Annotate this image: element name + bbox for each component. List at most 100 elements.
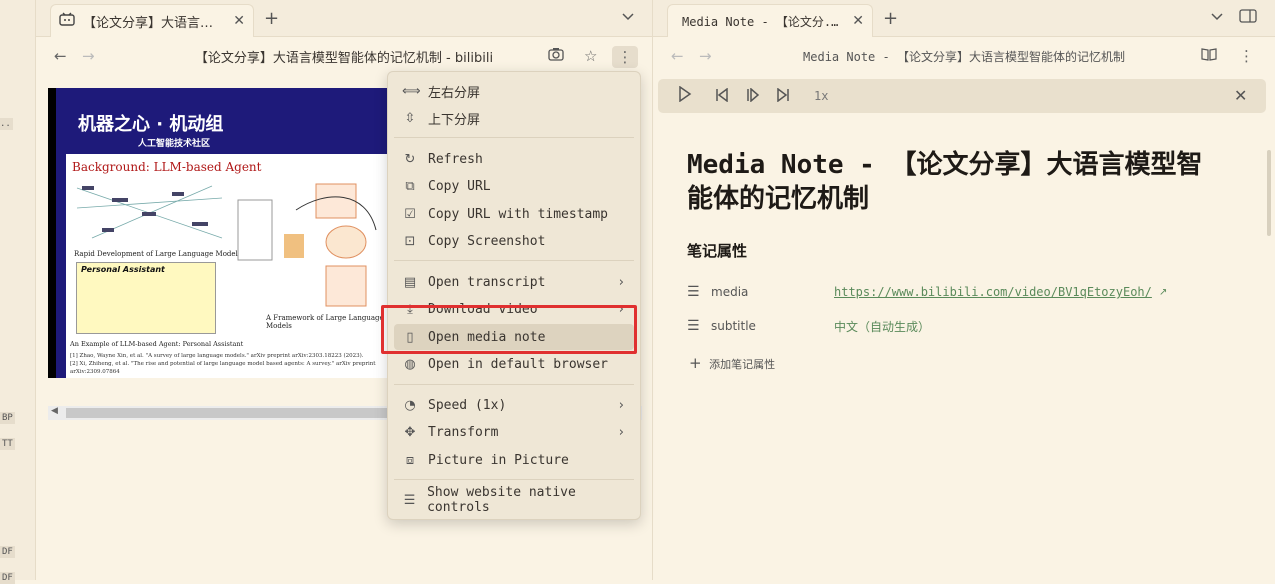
menu-item-native-controls[interactable]: ☰ Show website native controls	[394, 485, 634, 515]
slide-subtitle: Rapid Development of Large Language Mode…	[74, 250, 254, 258]
video-logo: 机器之心 · 机动组 人工智能技术社区	[78, 110, 223, 149]
menu-separator	[394, 260, 634, 261]
close-player-icon[interactable]: ✕	[1234, 86, 1247, 105]
menu-item-copy-url[interactable]: ⧉ Copy URL	[394, 173, 634, 199]
camera-icon[interactable]	[548, 47, 564, 65]
globe-icon: ◍	[404, 356, 416, 372]
right-tab-bar: Media Note - 【论文分... ✕ +	[653, 0, 1275, 37]
menu-separator	[394, 137, 634, 138]
edge-label: TT	[0, 438, 15, 450]
menu-item-label: Open transcript	[428, 274, 546, 290]
slide-title: Background: LLM-based Agent	[72, 160, 262, 174]
right-pane: Media Note - 【论文分... ✕ + ← → Media Note …	[652, 0, 1275, 580]
logo-subtext: 人工智能技术社区	[138, 139, 211, 149]
menu-separator	[394, 384, 634, 385]
context-menu: ⟺ 左右分屏 ⇳ 上下分屏 ↻ Refresh ⧉ Copy URL ☑ Cop…	[387, 71, 641, 520]
add-property-button[interactable]: + 添加笔记属性	[689, 354, 775, 372]
close-icon[interactable]: ✕	[852, 13, 864, 29]
chevron-right-icon: ›	[618, 424, 624, 440]
logo-text: 机器之心 · 机动组	[78, 114, 224, 135]
picture-in-picture-icon: ⧈	[405, 452, 415, 468]
menu-item-label: Open in default browser	[428, 356, 609, 372]
slide-timeline-graphic	[76, 185, 223, 239]
scrollbar-thumb[interactable]	[66, 408, 396, 418]
step-frame-icon[interactable]	[746, 87, 760, 106]
menu-item-copy-screenshot[interactable]: ⊡ Copy Screenshot	[394, 228, 634, 254]
menu-item-refresh[interactable]: ↻ Refresh	[394, 146, 634, 172]
playback-speed[interactable]: 1x	[814, 89, 828, 103]
play-icon[interactable]	[678, 85, 692, 106]
right-nav-bar: ← → Media Note - 【论文分享】大语言模型智能体的记忆机制 ⋮	[653, 38, 1275, 74]
edge-label: ..	[0, 118, 13, 130]
tab-bilibili-video[interactable]: 【论文分享】大语言模... ✕	[50, 4, 254, 37]
skip-back-icon[interactable]	[715, 87, 729, 106]
more-options-icon[interactable]: ⋮	[1239, 47, 1254, 65]
refresh-icon: ↻	[404, 151, 416, 167]
scroll-left-arrow-icon[interactable]: ◀	[51, 406, 58, 416]
properties-heading: 笔记属性	[687, 242, 748, 260]
close-icon[interactable]: ✕	[233, 13, 245, 29]
left-sidebar-strip: .. BP TT DF DF	[0, 0, 36, 584]
menu-item-picture-in-picture[interactable]: ⧈ Picture in Picture	[394, 447, 634, 473]
chevron-down-icon[interactable]	[1211, 10, 1223, 25]
video-slide: Background: LLM-based Agent Rapid Develo…	[66, 154, 388, 378]
menu-item-label: Copy Screenshot	[428, 233, 546, 249]
sidebar-toggle-icon[interactable]	[1239, 9, 1257, 27]
more-menu-icon[interactable]: ⋮	[612, 46, 638, 68]
external-link-icon[interactable]: ↗	[1159, 287, 1167, 298]
star-icon[interactable]: ☆	[584, 47, 597, 65]
property-value[interactable]: 中文（自动生成）	[834, 318, 930, 335]
chevron-down-icon[interactable]	[622, 10, 634, 25]
menu-item-open-transcript[interactable]: ▤ Open transcript ›	[394, 269, 634, 295]
reading-view-book-icon[interactable]	[1201, 47, 1217, 65]
plus-icon: +	[689, 354, 702, 372]
vertical-scrollbar[interactable]	[1267, 150, 1271, 236]
split-vertical-icon: ⇳	[404, 110, 416, 126]
property-subtitle[interactable]: ☰ subtitle 中文（自动生成）	[687, 316, 930, 336]
new-tab-plus-icon[interactable]: +	[883, 8, 898, 29]
slide-framework-caption: A Framework of Large Language Models	[266, 314, 384, 330]
chevron-right-icon: ›	[618, 397, 624, 413]
page-title: Media Note - 【论文分享】大语言模型智能体的记忆机制	[803, 49, 1125, 64]
property-name[interactable]: media	[711, 285, 748, 299]
slide-example-caption: An Example of LLM-based Agent: Personal …	[70, 340, 244, 348]
menu-item-copy-url-timestamp[interactable]: ☑ Copy URL with timestamp	[394, 201, 634, 227]
video-letterbox	[48, 88, 56, 378]
video-player[interactable]: 机器之心 · 机动组 人工智能技术社区 Background: LLM-base…	[48, 88, 388, 378]
menu-item-transform[interactable]: ✥ Transform ›	[394, 419, 634, 445]
menu-item-split-horizontal[interactable]: ⟺ 左右分屏	[394, 78, 634, 104]
highlight-annotation-box	[381, 305, 637, 354]
edge-label: DF	[0, 546, 15, 558]
tab-media-note[interactable]: Media Note - 【论文分... ✕	[667, 4, 873, 37]
menu-item-label: Copy URL with timestamp	[428, 206, 609, 222]
new-tab-plus-icon[interactable]: +	[264, 8, 279, 29]
text-lines-icon: ☰	[687, 284, 700, 300]
skip-forward-icon[interactable]	[776, 87, 790, 106]
slide-framework-diagram	[237, 183, 377, 307]
bilibili-tv-icon	[59, 12, 75, 30]
menu-item-label: Copy URL	[428, 178, 491, 194]
property-name[interactable]: subtitle	[711, 319, 756, 333]
left-nav-bar: ← → 【论文分享】大语言模型智能体的记忆机制 - bilibili ☆ ⋮	[36, 38, 652, 74]
speed-icon: ◔	[404, 397, 416, 413]
menu-item-open-default-browser[interactable]: ◍ Open in default browser	[394, 351, 634, 377]
slide-personal-assistant-box: Personal Assistant	[76, 262, 216, 334]
menu-item-label: Picture in Picture	[428, 452, 569, 468]
menu-item-label: Show website native controls	[427, 485, 576, 515]
menu-item-label: Refresh	[428, 151, 483, 167]
transform-icon: ✥	[404, 424, 416, 440]
menu-item-label: 左右分屏	[428, 85, 481, 101]
transcript-icon: ▤	[403, 274, 417, 290]
menu-item-label: Transform	[428, 424, 499, 440]
tab-title: 【论文分享】大语言模...	[83, 15, 226, 31]
text-lines-icon: ☰	[687, 318, 700, 334]
menu-item-label: 上下分屏	[428, 112, 481, 128]
media-player-controls: 1x ✕	[658, 79, 1266, 113]
property-media[interactable]: ☰ media https://www.bilibili.com/video/B…	[687, 282, 1167, 302]
slide-ref: [1] Zhao, Wayne Xin, et al. "A survey of…	[70, 353, 364, 359]
menu-separator	[394, 479, 634, 480]
menu-item-speed[interactable]: ◔ Speed (1x) ›	[394, 392, 634, 418]
property-value-link[interactable]: https://www.bilibili.com/video/BV1qEtozy…	[834, 285, 1152, 299]
screenshot-icon: ⊡	[404, 233, 416, 249]
menu-item-split-vertical[interactable]: ⇳ 上下分屏	[394, 105, 634, 131]
